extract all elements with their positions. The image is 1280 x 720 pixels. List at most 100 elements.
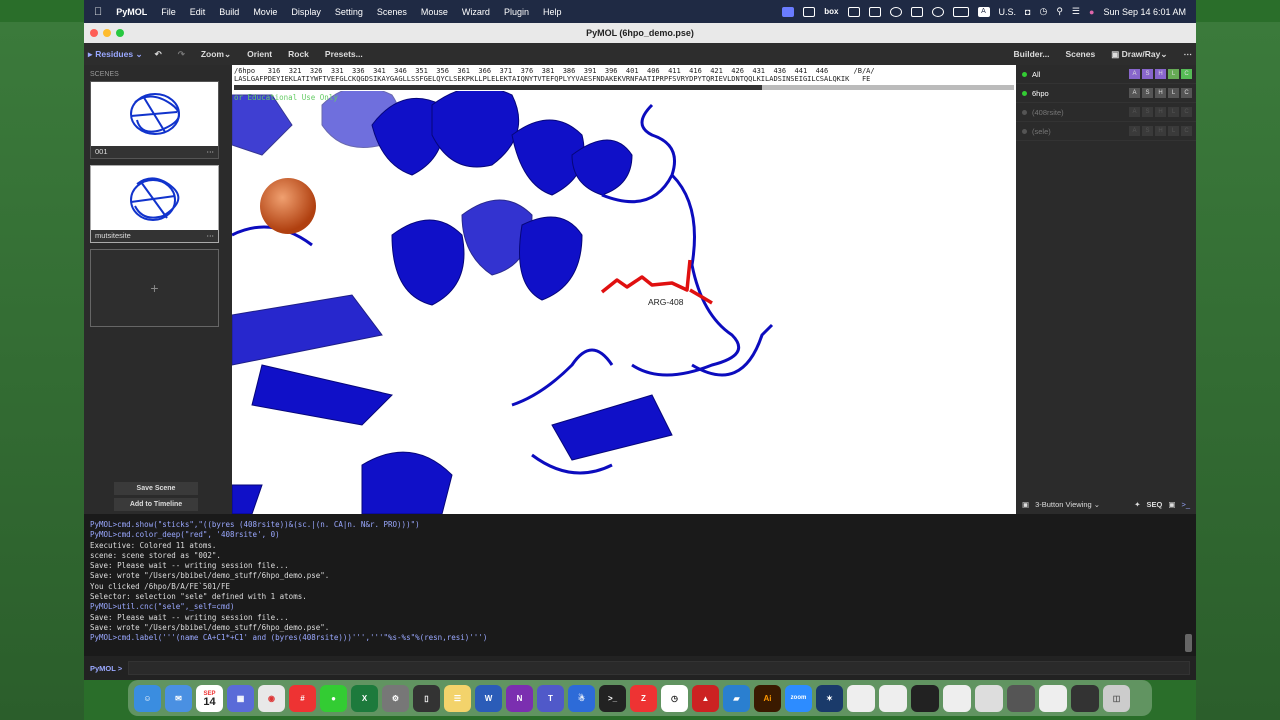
rock-button[interactable]: Rock [288, 49, 309, 59]
orient-button[interactable]: Orient [247, 49, 272, 59]
recent-window-icon[interactable] [975, 684, 1003, 712]
recent-window-icon[interactable] [911, 684, 939, 712]
shield-icon[interactable] [847, 6, 860, 17]
bitwarden-icon[interactable] [868, 6, 881, 17]
control-center-icon[interactable]: ☰ [1072, 6, 1080, 17]
sequence-scroll-thumb[interactable] [234, 85, 762, 90]
box-icon[interactable]: box [824, 7, 838, 16]
recent-window-icon[interactable] [1007, 684, 1035, 712]
command-input[interactable] [128, 661, 1190, 675]
wand-icon[interactable]: ✦ [1134, 500, 1140, 509]
menu-edit[interactable]: Edit [190, 7, 206, 17]
pymol-app-icon[interactable]: ✶ [816, 684, 843, 712]
trash-icon[interactable]: ◫ [1103, 684, 1130, 712]
status-icon[interactable] [803, 6, 816, 17]
object-row-sele[interactable]: (sele) A S H L C [1016, 122, 1196, 141]
molecular-viewer[interactable]: /6hpo 316 321 326 331 336 341 346 351 35… [232, 65, 1016, 514]
object-row-6hpo[interactable]: 6hpo A S H L C [1016, 84, 1196, 103]
phone-mirror-icon[interactable]: ▯ [413, 684, 440, 712]
more-options-icon[interactable]: ⋯ [1184, 49, 1193, 60]
scenes-button[interactable]: Scenes [1065, 49, 1095, 59]
scene-thumbnail[interactable]: 001 ⋯ [90, 81, 219, 159]
minimize-window-button[interactable] [103, 29, 111, 37]
action-button[interactable]: A [1129, 69, 1140, 79]
hide-button[interactable]: H [1155, 126, 1166, 136]
zoom-app-icon[interactable]: zoom [785, 684, 812, 712]
seq-toggle-button[interactable]: SEQ [1147, 500, 1163, 509]
show-button[interactable]: S [1142, 69, 1153, 79]
menu-build[interactable]: Build [219, 7, 239, 17]
add-to-timeline-button[interactable]: Add to Timeline [114, 498, 198, 511]
menu-movie[interactable]: Movie [253, 7, 277, 17]
action-button[interactable]: A [1129, 107, 1140, 117]
color-button[interactable]: C [1181, 107, 1192, 117]
builder-button[interactable]: Builder... [1014, 49, 1050, 59]
label-button[interactable]: L [1168, 107, 1179, 117]
scene-thumbnail[interactable]: mutsitesite ⋯ [90, 165, 219, 243]
enabled-indicator-icon[interactable] [1022, 128, 1027, 134]
menu-scenes[interactable]: Scenes [377, 7, 407, 17]
play-icon[interactable] [931, 6, 944, 17]
menu-wizard[interactable]: Wizard [462, 7, 490, 17]
object-row-408rsite[interactable]: (408rsite) A S H L C [1016, 103, 1196, 122]
label-button[interactable]: L [1168, 126, 1179, 136]
add-scene-button[interactable]: + [90, 249, 219, 327]
apple-icon[interactable]:  [94, 6, 102, 18]
excel-icon[interactable]: X [351, 684, 378, 712]
sequence-scrollbar[interactable] [234, 85, 1014, 90]
close-window-button[interactable] [90, 29, 98, 37]
show-button[interactable]: S [1142, 88, 1153, 98]
input-source-icon[interactable]: A [977, 6, 990, 17]
recent-window-icon[interactable] [943, 684, 971, 712]
sequence-residues[interactable]: LASLGAFPDEYIEKLATIYWFTVEFGLCKQGDSIKAYGAG… [234, 75, 870, 83]
illustrator-icon[interactable]: Ai [754, 684, 781, 712]
label-button[interactable]: L [1168, 88, 1179, 98]
finder-icon[interactable]: ☺ [134, 684, 161, 712]
sync-icon[interactable] [889, 6, 902, 17]
terminal-icon[interactable]: >_ [1181, 500, 1190, 509]
hide-button[interactable]: H [1155, 69, 1166, 79]
panel-toggle-icon[interactable]: ▣ [1168, 500, 1175, 509]
undo-icon[interactable]: ↶ [155, 49, 162, 60]
object-row-all[interactable]: All A S H L C [1016, 65, 1196, 84]
redo-icon[interactable]: ↷ [178, 49, 185, 60]
acrobat-icon[interactable]: ▲ [692, 684, 719, 712]
messages-icon[interactable]: ● [320, 684, 347, 712]
show-button[interactable]: S [1142, 126, 1153, 136]
scene-menu-icon[interactable]: ⋯ [207, 147, 215, 157]
notes-icon[interactable]: ☰ [444, 684, 471, 712]
keychain-icon[interactable]: ☃ [568, 684, 595, 712]
label-button[interactable]: L [1168, 69, 1179, 79]
slack-icon[interactable]: # [289, 684, 316, 712]
siri-icon[interactable]: ● [1089, 7, 1094, 17]
chrome-icon[interactable]: ◉ [258, 684, 285, 712]
mosaic-icon[interactable]: ▰ [723, 684, 750, 712]
hide-button[interactable]: H [1155, 88, 1166, 98]
teams-icon[interactable]: T [537, 684, 564, 712]
color-button[interactable]: C [1181, 88, 1192, 98]
clock-app-icon[interactable]: ◷ [661, 684, 688, 712]
save-scene-button[interactable]: Save Scene [114, 482, 198, 495]
word-icon[interactable]: W [475, 684, 502, 712]
menu-mouse[interactable]: Mouse [421, 7, 448, 17]
mouse-mode-selector[interactable]: 3-Button Viewing ⌄ [1035, 500, 1100, 509]
recent-window-icon[interactable] [1039, 684, 1067, 712]
calendar-icon[interactable]: SEP 14 [196, 684, 223, 712]
draw-ray-dropdown[interactable]: ▣ Draw/Ray⌄ [1111, 49, 1167, 60]
settings-icon[interactable]: ⚙ [382, 684, 409, 712]
clock-icon[interactable]: ◷ [1039, 6, 1047, 17]
onenote-icon[interactable]: N [506, 684, 533, 712]
color-button[interactable]: C [1181, 69, 1192, 79]
microphone-icon[interactable] [910, 6, 923, 17]
enabled-indicator-icon[interactable] [1022, 90, 1027, 96]
scene-menu-icon[interactable]: ⋯ [207, 231, 215, 241]
iron-atom-sphere[interactable] [260, 178, 316, 234]
action-button[interactable]: A [1129, 126, 1140, 136]
recent-window-icon[interactable] [879, 684, 907, 712]
hide-button[interactable]: H [1155, 107, 1166, 117]
recent-window-icon[interactable] [847, 684, 875, 712]
spotlight-icon[interactable]: ⚲ [1056, 6, 1063, 17]
enabled-indicator-icon[interactable] [1022, 71, 1027, 77]
battery-icon[interactable] [952, 6, 969, 17]
launchpad-icon[interactable]: ▦ [227, 684, 254, 712]
